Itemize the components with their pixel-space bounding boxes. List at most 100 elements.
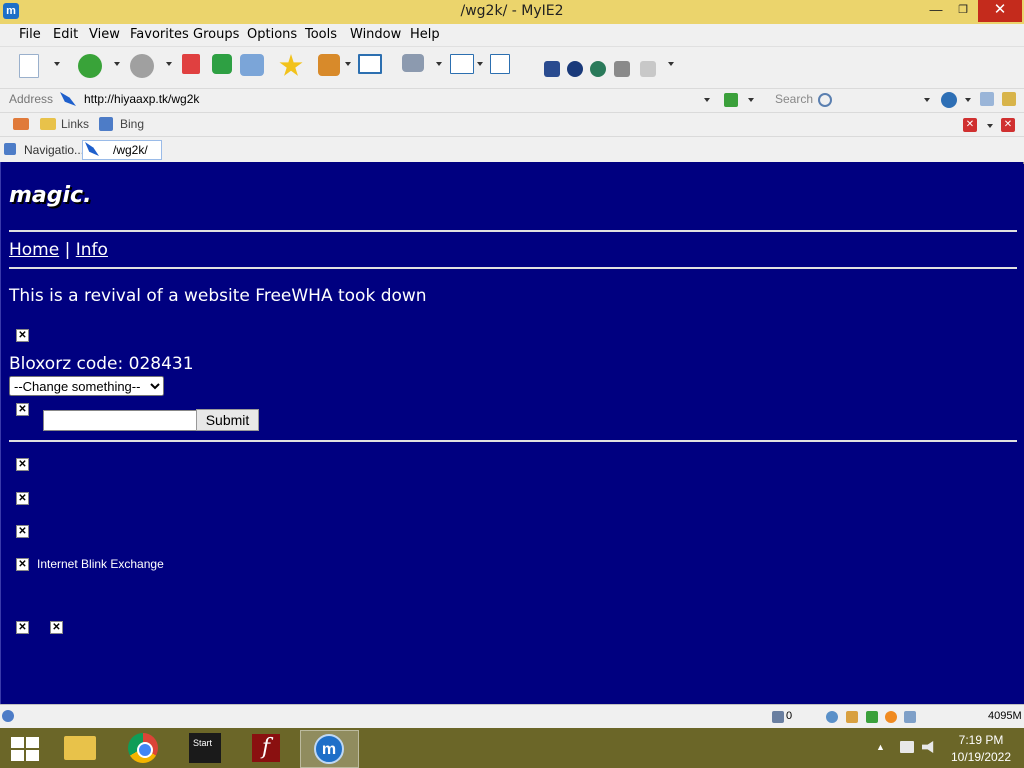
menu-window[interactable]: Window <box>350 27 401 42</box>
menu-edit[interactable]: Edit <box>53 27 78 42</box>
trash-count: 0 <box>786 710 793 722</box>
undo-icon[interactable] <box>402 54 424 72</box>
close-dropdown-icon[interactable] <box>987 124 993 128</box>
menu-groups[interactable]: Groups <box>193 27 239 42</box>
menu-file[interactable]: File <box>19 27 41 42</box>
close-button[interactable]: ✕ <box>978 0 1022 22</box>
groups-icon[interactable] <box>318 54 340 76</box>
tab-bar: Navigatio... /wg2k/ <box>0 136 1024 164</box>
go-dropdown-icon[interactable] <box>748 98 754 102</box>
tab-navigation[interactable]: Navigatio... <box>2 141 84 159</box>
forward-icon[interactable] <box>130 54 154 78</box>
taskbar-flash[interactable]: f <box>238 730 295 766</box>
intro-text: This is a revival of a website FreeWHA t… <box>9 286 427 306</box>
window-title: /wg2k/ - MyIE2 <box>460 3 564 19</box>
clock-time[interactable]: 7:19 PM <box>950 733 1012 747</box>
home-icon[interactable] <box>240 54 264 76</box>
address-dropdown-icon[interactable] <box>704 98 710 102</box>
gear-icon[interactable] <box>885 711 897 723</box>
engine-dropdown-icon[interactable] <box>965 98 971 102</box>
folder-icon[interactable] <box>40 118 56 130</box>
up-icon[interactable] <box>640 61 656 77</box>
forward-dropdown-icon[interactable] <box>166 62 172 66</box>
blink-exchange-link[interactable]: Internet Blink Exchange <box>37 557 164 571</box>
chrome-center-icon <box>137 742 153 758</box>
menu-favorites[interactable]: Favorites <box>130 27 189 42</box>
back-icon[interactable] <box>78 54 102 78</box>
plugin-icon[interactable] <box>544 61 560 77</box>
new-page-icon[interactable] <box>19 54 39 78</box>
broken-image-icon: ✕ <box>16 558 29 571</box>
highlight-icon[interactable] <box>1002 92 1016 106</box>
text-input[interactable] <box>43 410 197 431</box>
menu-tools[interactable]: Tools <box>305 27 337 42</box>
close-all-icon[interactable]: ✕ <box>963 118 977 132</box>
close-tab-icon[interactable]: ✕ <box>1001 118 1015 132</box>
window-icon[interactable] <box>358 54 382 74</box>
more-dropdown-icon[interactable] <box>668 62 674 66</box>
new-dropdown-icon[interactable] <box>54 62 60 66</box>
globe-icon[interactable] <box>590 61 606 77</box>
address-label: Address <box>9 92 54 106</box>
tools-icon[interactable] <box>614 61 630 77</box>
menu-options[interactable]: Options <box>247 27 297 42</box>
page-icon <box>4 143 16 155</box>
trash-icon[interactable] <box>772 711 784 723</box>
divider <box>9 230 1017 232</box>
refresh-icon[interactable] <box>212 54 232 74</box>
windows-start-button[interactable] <box>8 735 40 761</box>
volume-icon[interactable] <box>922 741 934 753</box>
flash-icon: f <box>252 734 280 762</box>
search-engine-icon[interactable] <box>941 92 957 108</box>
taskbar-start-tile[interactable]: Start <box>176 730 233 766</box>
broken-image-icon: ✕ <box>50 621 63 634</box>
taskbar-myie2[interactable]: m <box>300 730 359 768</box>
tab-label: Navigatio... <box>24 143 85 157</box>
compass-icon[interactable] <box>567 61 583 77</box>
myie-icon: m <box>314 734 344 764</box>
home-link[interactable]: Home <box>9 240 59 260</box>
download-icon[interactable] <box>866 711 878 723</box>
panel-icon[interactable] <box>490 54 510 74</box>
broken-image-icon: ✕ <box>16 458 29 471</box>
info-link[interactable]: Info <box>76 240 108 260</box>
bing-link[interactable]: Bing <box>120 117 144 131</box>
start-tile-label: Start <box>193 738 213 748</box>
network-icon[interactable] <box>900 741 914 753</box>
undo-dropdown-icon[interactable] <box>436 62 442 66</box>
menu-help[interactable]: Help <box>410 27 440 42</box>
divider <box>9 267 1017 269</box>
title-bar: m /wg2k/ - MyIE2 — ❐ ✕ <box>0 0 1024 24</box>
links-bar: Links Bing ✕ ✕ <box>0 112 1024 137</box>
search-dropdown-icon[interactable] <box>924 98 930 102</box>
address-input[interactable] <box>80 90 724 108</box>
columns-icon[interactable] <box>450 54 474 74</box>
search-icon[interactable] <box>818 93 832 107</box>
go-icon[interactable] <box>724 93 738 107</box>
groups-dropdown-icon[interactable] <box>345 62 351 66</box>
minimize-button[interactable]: — <box>922 0 950 22</box>
menu-view[interactable]: View <box>89 27 120 42</box>
columns-dropdown-icon[interactable] <box>477 62 483 66</box>
favorites-star-icon[interactable] <box>279 54 303 76</box>
tab-wg2k[interactable]: /wg2k/ <box>82 140 162 160</box>
sync-icon[interactable] <box>826 711 838 723</box>
links-folder[interactable]: Links <box>61 117 89 131</box>
brush-icon[interactable] <box>846 711 858 723</box>
edit-icon[interactable] <box>904 711 916 723</box>
taskbar-file-explorer[interactable] <box>52 730 109 766</box>
back-dropdown-icon[interactable] <box>114 62 120 66</box>
tray-overflow-icon[interactable]: ▲ <box>876 742 885 752</box>
divider <box>9 440 1017 442</box>
change-something-select[interactable]: --Change something-- <box>9 376 164 396</box>
find-icon[interactable] <box>980 92 994 106</box>
stop-icon[interactable] <box>182 54 200 74</box>
taskbar-chrome[interactable] <box>115 730 172 766</box>
search-input[interactable] <box>834 90 928 108</box>
submit-button[interactable]: Submit <box>196 409 259 431</box>
clock-date[interactable]: 10/19/2022 <box>946 750 1016 764</box>
maximize-button[interactable]: ❐ <box>950 0 976 22</box>
broken-image-icon: ✕ <box>16 403 29 416</box>
favorites-folder-icon[interactable] <box>13 118 29 130</box>
broken-image-icon: ✕ <box>16 621 29 634</box>
